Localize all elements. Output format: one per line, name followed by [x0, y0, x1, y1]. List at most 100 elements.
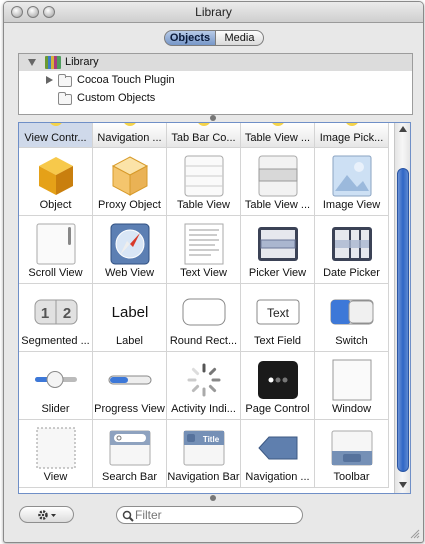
object-table-view-controller[interactable]: Table View ... — [241, 123, 315, 148]
object-date-picker[interactable]: Date Picker — [315, 216, 389, 284]
object-bulb-icon — [345, 123, 359, 126]
object-label: Toolbar — [333, 471, 370, 483]
object-label: Table View ... — [244, 132, 311, 144]
split-view-handle[interactable] — [210, 495, 216, 501]
object-label: Progress View — [94, 403, 165, 415]
disclosure-expanded-icon[interactable] — [28, 59, 36, 66]
slider-icon — [35, 371, 77, 388]
label-icon: Label — [112, 304, 149, 321]
object-progress-view[interactable]: Progress View — [93, 352, 167, 420]
navigation-bar-icon-text: Title — [203, 435, 220, 444]
scroll-down-arrow-icon[interactable] — [399, 482, 407, 488]
object-label: Object — [39, 199, 72, 211]
scrollbar-thumb[interactable] — [397, 168, 409, 472]
object-label: Switch — [335, 335, 368, 347]
switch-icon — [330, 299, 374, 325]
object-bulb-icon — [197, 123, 211, 126]
library-window: Library Objects Media Library Cocoa Touc… — [3, 1, 424, 543]
title-bar[interactable]: Library — [4, 2, 423, 23]
scroll-up-arrow-icon[interactable] — [399, 126, 407, 132]
object-label: Label — [116, 335, 143, 347]
object-table-view-cell[interactable]: Table View ... — [241, 148, 315, 216]
object-round-rect-button[interactable]: Round Rect... — [167, 284, 241, 352]
object-view-controller[interactable]: View Contr... — [19, 123, 93, 148]
object-picker-view[interactable]: Picker View — [241, 216, 315, 284]
object-image-view[interactable]: Image View — [315, 148, 389, 216]
segment-two-text: 2 — [63, 305, 71, 322]
object-label: Scroll View — [28, 267, 83, 279]
object-label: Slider — [41, 403, 70, 415]
text-field-icon: Text — [256, 299, 300, 325]
outline-item-library[interactable]: Library — [19, 54, 412, 71]
object-navigation-controller[interactable]: Navigation ... — [93, 123, 167, 148]
object-label: Navigation ... — [97, 132, 162, 144]
object-view[interactable]: View — [19, 420, 93, 488]
activity-indicator-icon — [187, 363, 221, 397]
outline-label: Library — [65, 56, 99, 68]
object-label: Tab Bar Co... — [171, 132, 236, 144]
object-search-bar[interactable]: Search Bar — [93, 420, 167, 488]
search-icon — [122, 510, 134, 522]
filter-input[interactable] — [135, 508, 295, 522]
object-page-control[interactable]: Page Control — [241, 352, 315, 420]
date-picker-icon — [332, 227, 372, 261]
object-label: Text View — [180, 267, 227, 279]
split-view-handle[interactable] — [210, 115, 216, 121]
object-label: Image View — [322, 199, 381, 211]
object-proxy-object[interactable]: Proxy Object — [93, 148, 167, 216]
outline-item-custom-objects[interactable]: Custom Objects — [19, 90, 412, 107]
scroll-view-icon — [36, 223, 76, 265]
toolbar-icon — [331, 430, 373, 466]
object-web-view[interactable]: Web View — [93, 216, 167, 284]
navigation-item-icon — [258, 436, 298, 460]
object-bulb-icon — [123, 123, 137, 126]
image-view-icon — [332, 155, 372, 197]
object-tab-bar-controller[interactable]: Tab Bar Co... — [167, 123, 241, 148]
label-icon-text: Label — [112, 304, 149, 321]
object-grid: View Contr... Navigation ... Tab Bar Co.… — [18, 122, 411, 494]
object-label: Table View — [177, 199, 230, 211]
object-navigation-item[interactable]: Navigation ... — [241, 420, 315, 488]
outline-label: Custom Objects — [77, 92, 156, 104]
outline-item-cocoa-touch-plugin[interactable]: Cocoa Touch Plugin — [19, 72, 412, 89]
object-scroll-view[interactable]: Scroll View — [19, 216, 93, 284]
object-label-control[interactable]: Label Label — [93, 284, 167, 352]
object-label: Picker View — [248, 267, 307, 279]
gear-icon — [38, 510, 56, 520]
object-label: Table View ... — [244, 199, 311, 211]
object-segmented-control[interactable]: 12 Segmented ... — [19, 284, 93, 352]
filter-field[interactable] — [116, 506, 303, 524]
object-navigation-bar[interactable]: Title Navigation Bar — [167, 420, 241, 488]
object-label: Proxy Object — [98, 199, 161, 211]
cube-icon — [39, 157, 73, 195]
library-books-icon — [45, 56, 61, 69]
object-label: View — [43, 471, 68, 483]
object-text-field[interactable]: Text Text Field — [241, 284, 315, 352]
tab-objects[interactable]: Objects — [164, 30, 216, 46]
object-bulb-icon — [49, 123, 63, 126]
object-text-view[interactable]: Text View — [167, 216, 241, 284]
object-activity-indicator[interactable]: Activity Indi... — [167, 352, 241, 420]
outline-label: Cocoa Touch Plugin — [77, 74, 175, 86]
tab-media[interactable]: Media — [215, 30, 264, 46]
library-outline: Library Cocoa Touch Plugin Custom Object… — [18, 53, 413, 115]
disclosure-collapsed-icon[interactable] — [46, 76, 53, 84]
object-label: Navigation Bar — [167, 471, 240, 483]
object-image-picker-controller[interactable]: Image Pick... — [315, 123, 389, 148]
vertical-scrollbar[interactable] — [394, 123, 410, 493]
object-object[interactable]: Object — [19, 148, 93, 216]
resize-grip-icon[interactable] — [410, 529, 420, 539]
proxy-cube-icon — [111, 156, 149, 196]
object-switch[interactable]: Switch — [315, 284, 389, 352]
object-label: Web View — [104, 267, 155, 279]
text-view-icon — [184, 223, 224, 265]
object-label: Segmented ... — [21, 335, 90, 347]
action-menu-button[interactable] — [19, 506, 74, 523]
object-slider[interactable]: Slider — [19, 352, 93, 420]
object-label: Page Control — [245, 403, 310, 415]
object-toolbar[interactable]: Toolbar — [315, 420, 389, 488]
object-window[interactable]: Window — [315, 352, 389, 420]
object-table-view[interactable]: Table View — [167, 148, 241, 216]
object-label: Text Field — [253, 335, 302, 347]
object-label: Image Pick... — [319, 132, 384, 144]
